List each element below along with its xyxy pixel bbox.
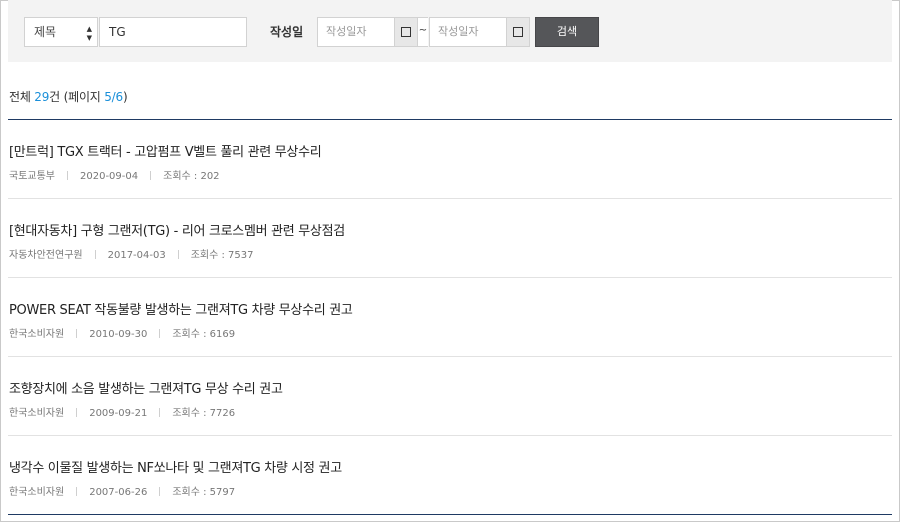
item-title-link[interactable]: [만트럭] TGX 트랙터 - 고압펌프 V벨트 풀리 관련 무상수리	[9, 141, 322, 160]
search-bar: 제목 ▲ ▼ TG 작성일 작성일자 ~ 작성일자 검색	[8, 0, 892, 62]
calendar-icon	[513, 27, 523, 37]
item-title-link[interactable]: 냉각수 이물질 발생하는 NF쏘나타 및 그랜져TG 차량 시정 권고	[9, 457, 342, 476]
list-item: 조향장치에 소음 발생하는 그랜져TG 무상 수리 권고 한국소비자원 2009-…	[8, 357, 892, 436]
item-source: 자동차안전연구원	[9, 250, 83, 261]
date-range-separator: ~	[418, 17, 428, 47]
item-source: 한국소비자원	[9, 408, 65, 419]
meta-divider	[159, 329, 161, 338]
meta-divider	[159, 487, 161, 496]
item-meta: 한국소비자원 2010-09-30 조회수 : 6169	[9, 325, 235, 340]
search-button[interactable]: 검색	[535, 17, 599, 47]
meta-divider	[94, 250, 96, 259]
meta-divider	[76, 487, 78, 496]
item-source: 한국소비자원	[9, 329, 65, 340]
item-views: 조회수 : 202	[163, 171, 220, 182]
summary-prefix: 전체	[9, 90, 35, 104]
list-bottom-divider	[8, 514, 892, 515]
page-indicator: 5/6	[104, 90, 123, 104]
item-title-link[interactable]: POWER SEAT 작동불량 발생하는 그랜져TG 차량 무상수리 권고	[9, 299, 353, 318]
list-item: [현대자동차] 구형 그랜저(TG) - 리어 크로스멤버 관련 무상점검 자동…	[8, 199, 892, 278]
meta-divider	[76, 329, 78, 338]
item-meta: 자동차안전연구원 2017-04-03 조회수 : 7537	[9, 246, 254, 261]
search-field-select[interactable]: 제목 ▲ ▼	[24, 17, 98, 47]
result-count: 29	[34, 90, 50, 104]
item-date: 2020-09-04	[80, 171, 139, 182]
item-views: 조회수 : 7726	[172, 408, 236, 419]
item-date: 2007-06-26	[89, 487, 148, 498]
list-item: POWER SEAT 작동불량 발생하는 그랜져TG 차량 무상수리 권고 한국…	[8, 278, 892, 357]
date-label: 작성일	[270, 25, 304, 39]
item-views: 조회수 : 6169	[172, 329, 236, 340]
item-views: 조회수 : 5797	[172, 487, 236, 498]
search-keyword-input[interactable]: TG	[99, 17, 247, 47]
select-arrows-icon: ▲ ▼	[86, 25, 92, 42]
item-meta: 한국소비자원 2009-09-21 조회수 : 7726	[9, 404, 235, 419]
list-item: 냉각수 이물질 발생하는 NF쏘나타 및 그랜져TG 차량 시정 권고 한국소비…	[8, 436, 892, 515]
item-title-link[interactable]: 조향장치에 소음 발생하는 그랜져TG 무상 수리 권고	[9, 378, 283, 397]
date-to-calendar-button[interactable]	[506, 17, 530, 47]
result-list: [만트럭] TGX 트랙터 - 고압펌프 V벨트 풀리 관련 무상수리 국토교통…	[8, 120, 892, 515]
meta-divider	[177, 250, 179, 259]
date-from-placeholder: 작성일자	[326, 25, 367, 38]
date-to-placeholder: 작성일자	[438, 25, 479, 38]
search-field-selected-value: 제목	[34, 25, 57, 39]
result-summary: 전체 29건 (페이지 5/6)	[9, 88, 128, 105]
meta-divider	[67, 171, 68, 180]
item-date: 2010-09-30	[89, 329, 148, 340]
item-date: 2009-09-21	[89, 408, 148, 419]
meta-divider	[150, 171, 152, 180]
date-to-input[interactable]: 작성일자	[429, 17, 507, 47]
date-from-input[interactable]: 작성일자	[317, 17, 395, 47]
meta-divider	[76, 408, 78, 417]
search-keyword-value: TG	[109, 25, 126, 39]
calendar-icon	[401, 27, 411, 37]
list-item: [만트럭] TGX 트랙터 - 고압펌프 V벨트 풀리 관련 무상수리 국토교통…	[8, 120, 892, 199]
summary-middle: 건 (페이지	[49, 90, 105, 104]
item-source: 국토교통부	[9, 171, 55, 182]
item-title-link[interactable]: [현대자동차] 구형 그랜저(TG) - 리어 크로스멤버 관련 무상점검	[9, 220, 345, 239]
item-views: 조회수 : 7537	[190, 250, 254, 261]
summary-suffix: )	[122, 90, 128, 104]
item-source: 한국소비자원	[9, 487, 65, 498]
item-meta: 한국소비자원 2007-06-26 조회수 : 5797	[9, 483, 235, 498]
item-date: 2017-04-03	[107, 250, 166, 261]
date-from-calendar-button[interactable]	[394, 17, 418, 47]
meta-divider	[159, 408, 161, 417]
item-meta: 국토교통부 2020-09-04 조회수 : 202	[9, 167, 220, 182]
